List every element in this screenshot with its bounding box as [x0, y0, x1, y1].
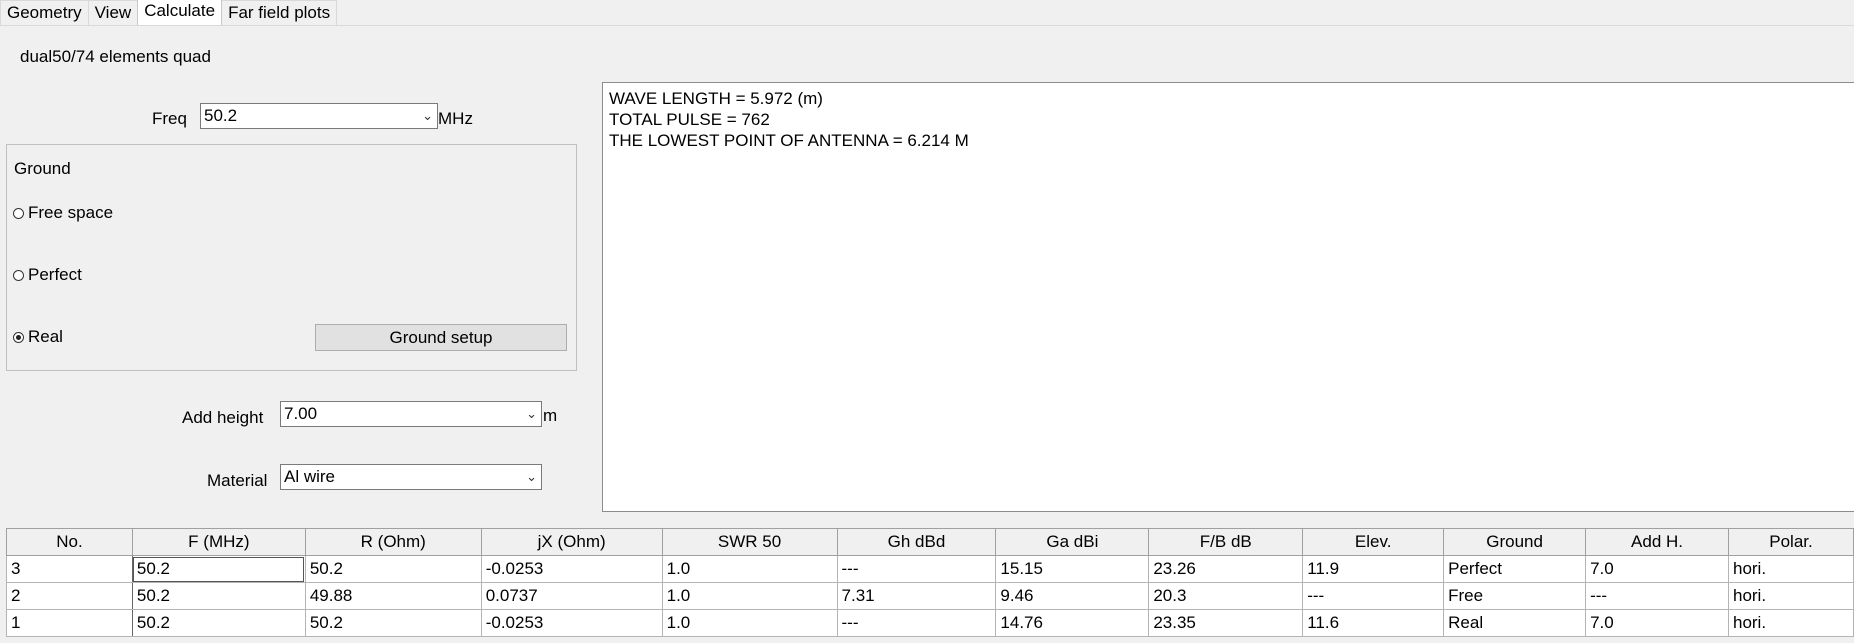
table-cell[interactable]: 50.2 [131, 555, 306, 583]
freq-value: 50.2 [204, 106, 238, 125]
add-height-combo[interactable]: 7.00 ⌄ [280, 401, 542, 427]
tab-geometry[interactable]: Geometry [0, 0, 89, 25]
table-cell[interactable]: 11.9 [1302, 555, 1445, 583]
add-height-label: Add height [182, 408, 264, 427]
col-header-f-mhz[interactable]: F (MHz) [131, 528, 306, 556]
table-cell[interactable]: --- [836, 609, 997, 637]
radio-free-space-label: Free space [28, 203, 114, 222]
table-cell[interactable]: 50.2 [131, 582, 306, 610]
col-header-jx-ohm[interactable]: jX (Ohm) [480, 528, 663, 556]
col-header-polar[interactable]: Polar. [1727, 528, 1854, 556]
table-row[interactable]: 1 50.2 50.2 -0.0253 1.0 --- 14.76 23.35 … [6, 609, 1854, 637]
tab-divider [0, 25, 1854, 26]
freq-combo[interactable]: 50.2 ⌄ [200, 103, 438, 129]
table-cell[interactable]: -0.0253 [480, 609, 663, 637]
table-cell[interactable]: 1.0 [661, 582, 838, 610]
col-header-ground[interactable]: Ground [1443, 528, 1587, 556]
col-header-fb-db[interactable]: F/B dB [1148, 528, 1304, 556]
radio-real-label: Real [28, 327, 63, 346]
chevron-down-icon[interactable]: ⌄ [526, 465, 537, 489]
radio-free-space-icon[interactable] [13, 207, 24, 219]
table-cell[interactable]: Real [1443, 609, 1587, 637]
freq-label: Freq [152, 109, 187, 128]
table-cell[interactable]: --- [1585, 582, 1729, 610]
radio-perfect-label: Perfect [28, 265, 82, 284]
add-height-unit: m [543, 406, 558, 425]
chevron-down-icon[interactable]: ⌄ [422, 104, 433, 128]
table-cell[interactable]: 49.88 [304, 582, 482, 610]
ground-group-title: Ground [11, 159, 74, 179]
col-header-no[interactable]: No. [6, 528, 133, 556]
results-table: No. F (MHz) R (Ohm) jX (Ohm) SWR 50 Gh d… [6, 528, 1854, 637]
tab-view[interactable]: View [87, 0, 139, 25]
table-cell[interactable]: 1 [6, 609, 133, 637]
table-cell[interactable]: 7.0 [1585, 609, 1729, 637]
tab-far-field-plots[interactable]: Far field plots [221, 0, 338, 25]
table-cell[interactable]: 50.2 [304, 555, 482, 583]
table-cell[interactable]: --- [1302, 582, 1445, 610]
table-cell[interactable]: 7.31 [836, 582, 997, 610]
table-cell[interactable]: 1.0 [661, 555, 838, 583]
table-row[interactable]: 2 50.2 49.88 0.0737 1.0 7.31 9.46 20.3 -… [6, 582, 1854, 610]
radio-perfect-icon[interactable] [13, 269, 24, 281]
col-header-ga-dbi[interactable]: Ga dBi [995, 528, 1150, 556]
material-combo[interactable]: Al wire ⌄ [280, 464, 542, 490]
tab-bar: Geometry View Calculate Far field plots [0, 0, 338, 26]
table-cell[interactable]: 14.76 [995, 609, 1150, 637]
ground-setup-button[interactable]: Ground setup [315, 324, 567, 351]
add-height-value: 7.00 [284, 404, 318, 423]
project-name: dual50/74 elements quad [20, 47, 211, 66]
chevron-down-icon[interactable]: ⌄ [526, 402, 537, 426]
table-cell[interactable]: 11.6 [1302, 609, 1445, 637]
table-row[interactable]: 3 50.2 50.2 -0.0253 1.0 --- 15.15 23.26 … [6, 555, 1854, 583]
radio-perfect[interactable]: Perfect [13, 265, 82, 285]
col-header-swr-50[interactable]: SWR 50 [661, 528, 838, 556]
table-cell[interactable]: 0.0737 [480, 582, 663, 610]
radio-free-space[interactable]: Free space [13, 203, 113, 223]
table-cell[interactable]: 15.15 [995, 555, 1150, 583]
table-cell[interactable]: hori. [1727, 582, 1854, 610]
output-line: WAVE LENGTH = 5.972 (m) [609, 89, 823, 108]
col-header-r-ohm[interactable]: R (Ohm) [304, 528, 482, 556]
output-line: TOTAL PULSE = 762 [609, 110, 770, 129]
table-cell[interactable]: --- [836, 555, 997, 583]
table-cell[interactable]: 23.26 [1148, 555, 1304, 583]
output-line: THE LOWEST POINT OF ANTENNA = 6.214 M [609, 131, 969, 150]
table-cell[interactable]: -0.0253 [480, 555, 663, 583]
freq-unit: MHz [438, 109, 473, 128]
table-cell[interactable]: Free [1443, 582, 1587, 610]
table-cell[interactable]: 2 [6, 582, 133, 610]
table-cell[interactable]: 50.2 [131, 609, 306, 637]
table-cell[interactable]: 1.0 [661, 609, 838, 637]
radio-real[interactable]: Real [13, 327, 63, 347]
col-header-gh-dbd[interactable]: Gh dBd [836, 528, 997, 556]
col-header-elev[interactable]: Elev. [1302, 528, 1445, 556]
table-cell[interactable]: hori. [1727, 555, 1854, 583]
table-cell[interactable]: Perfect [1443, 555, 1587, 583]
table-cell[interactable]: 7.0 [1585, 555, 1729, 583]
col-header-add-h[interactable]: Add H. [1585, 528, 1729, 556]
table-header-row: No. F (MHz) R (Ohm) jX (Ohm) SWR 50 Gh d… [6, 528, 1854, 556]
material-value: Al wire [284, 467, 336, 486]
table-cell[interactable]: 23.35 [1148, 609, 1304, 637]
table-cell[interactable]: 50.2 [304, 609, 482, 637]
table-cell[interactable]: 9.46 [995, 582, 1150, 610]
calculation-output[interactable]: WAVE LENGTH = 5.972 (m) TOTAL PULSE = 76… [602, 82, 1854, 512]
table-cell[interactable]: 3 [6, 555, 133, 583]
radio-real-icon[interactable] [13, 331, 24, 343]
table-cell[interactable]: 20.3 [1148, 582, 1304, 610]
tab-calculate[interactable]: Calculate [137, 0, 223, 25]
table-cell[interactable]: hori. [1727, 609, 1854, 637]
material-label: Material [207, 471, 268, 490]
